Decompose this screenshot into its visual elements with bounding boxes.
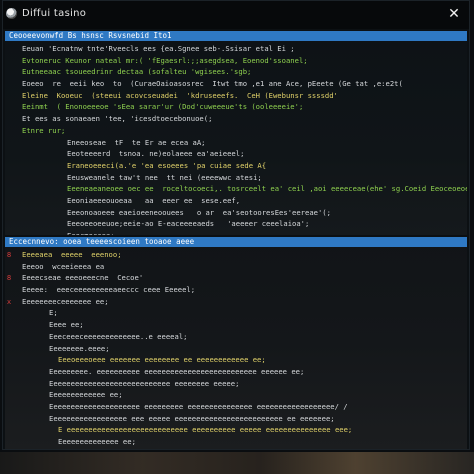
code-line[interactable]: Eeeee: eeeceeeeeeeeeaeeccc ceee Eeeeel;	[5, 284, 467, 296]
code-text: Eoeeo re eeii keo to (CuraeOaioasosrec I…	[22, 79, 412, 89]
code-line[interactable]: Eeeeeeeee. eeeeeeeeee eeeeeeeeeeeeeeeeee…	[5, 366, 467, 378]
editor-window: Diffui tasino ✕ Ceooeevonwfd Bs hsnsc Rs…	[2, 0, 470, 450]
code-line[interactable]: Eeusweanele taw't nee tt nei (eeeewwc at…	[5, 172, 467, 184]
code-line[interactable]: Eeeeeeeeeeeeeeeeeeeeeee eeeeeeee ee eeee…	[5, 448, 467, 450]
code-text: Eeeecseae eeeoeeecne Cecoe'	[22, 273, 144, 283]
code-line[interactable]: Eeee ee;	[5, 319, 467, 331]
code-text: Et ees as sonaeaen 'tee, 'icesdtoecebonu…	[22, 114, 213, 124]
code-text: Eeeoeeoeeuoe;eeie-ao E-eaceeeeaeds 'aeee…	[67, 219, 310, 229]
code-line[interactable]: Et ees as sonaeaen 'tee, 'icesdtoecebonu…	[5, 113, 467, 125]
code-line[interactable]: Eeuan 'Ecnatnw tnte'Rveecls ees {ea.Sgne…	[5, 43, 467, 55]
code-line[interactable]: Eeeeeeeeeeeeee ee;	[5, 436, 467, 448]
code-text: Eeeeeeeee. eeeeeeeeee eeeeeeeeeeeeeeeeee…	[49, 366, 305, 376]
code-line[interactable]: Eeeoeeoeeuoe;eeie-ao E-eaceeeeaeds 'aeee…	[5, 218, 467, 230]
code-text: Eleine Kooeuc (steeui acovcseuadei 'kdru…	[22, 90, 338, 100]
code-line[interactable]: E eeeeeeeeeeeeeeeeeeeeeeeeeeee eeeeeeeee…	[5, 424, 467, 436]
code-text: Evtoneruc Keunor nateal mr:( 'fEgaesrl:;…	[22, 55, 308, 65]
code-line[interactable]: Eeeceeeceeeeeeeeeeeee..e eeeeal;	[5, 331, 467, 343]
code-text: Etnre rur;	[22, 125, 66, 135]
code-text: Eeeeeeee.eeee;	[49, 343, 110, 353]
gutter-marker[interactable]: 8	[5, 249, 13, 261]
code-line[interactable]: 8 Eeeeaea eeeee eeenoo;	[5, 249, 467, 261]
code-line[interactable]: Eeeoeeeoeee eeeeeee eeeeeeee ee eeeeeeee…	[5, 354, 467, 366]
code-line[interactable]: E;	[5, 307, 467, 319]
code-line[interactable]: x Eeeeeeeeceeeeeee ee;	[5, 296, 467, 308]
code-text: Eutneeaac tsoueedrinr dectaa (sofalteu '…	[22, 67, 252, 77]
code-text: Eeeee: eeeceeeeeeeeeaeeccc ceee Eeeeel;	[22, 285, 196, 295]
bottom-pane-header[interactable]: Eccecnnevo: ooea teeeescoieen tooaoe aee…	[5, 237, 467, 247]
code-text: Eeuan 'Ecnatnw tnte'Rveecls ees {ea.Sgne…	[22, 44, 295, 53]
code-text: Eeusweanele taw't nee tt nei (eeeewwc at…	[67, 172, 262, 182]
code-line[interactable]: Eleine Kooeuc (steeui acovcseuadei 'kdru…	[5, 90, 467, 102]
code-text: Eeeoo wceeieeea ea	[22, 261, 105, 271]
code-line[interactable]: Eeoniaeeeouoeaa aa eeer ee sese.eef,	[5, 195, 467, 207]
code-line[interactable]: Eeeeeeeeeeeee ee;	[5, 389, 467, 401]
code-text: Eeocmoccea;	[67, 231, 115, 235]
gutter-marker[interactable]: 8	[5, 272, 13, 284]
bottom-pane-header-text: Eccecnnevo: ooea teeeescoieen tooaoe aee…	[9, 237, 195, 246]
code-line[interactable]: Eeeeeeeeeeeeeeeeeeeee eeeeeeeee eeeeeeee…	[5, 401, 467, 413]
top-code-lines: Eeuan 'Ecnatnw tnte'Rveecls ees {ea.Sgne…	[5, 41, 467, 235]
top-pane-header[interactable]: Ceooeevonwfd Bs hsnsc Rsvsnebid Ito1	[5, 31, 467, 41]
code-line[interactable]: Eeocmoccea;	[5, 230, 467, 235]
code-text: Eeeonoaoeee eaeioeeneoouees o ar ea'seot…	[67, 207, 331, 217]
code-text: Eraneoeeeci(a.'e 'ea esoeees 'pa cuiae s…	[67, 160, 267, 170]
code-text: Eeoniaeeeouoeaa aa eeer ee sese.eef,	[67, 195, 241, 205]
code-line[interactable]: Eeeonoaoeee eaeioeeneoouees o ar ea'seot…	[5, 207, 467, 219]
code-text: Eeeeeeeeeeeeeeeeee eee eeeee eeeeeeeeeee…	[49, 413, 335, 423]
top-code-pane[interactable]: Ceooeevonwfd Bs hsnsc Rsvsnebid Ito1 Eeu…	[5, 31, 467, 235]
code-line[interactable]: Etnre rur;	[5, 125, 467, 137]
code-text: E eeeeeeeeeeeeeeeeeeeeeeeeeeee eeeeeeeee…	[58, 425, 353, 435]
app-icon	[6, 8, 17, 19]
code-line[interactable]: Eutneeaac tsoueedrinr dectaa (sofalteu '…	[5, 66, 467, 78]
code-line[interactable]: Eraneoeeeci(a.'e 'ea esoeees 'pa cuiae s…	[5, 160, 467, 172]
code-line[interactable]: Eneeoseae tF te Er ae ecea aA;	[5, 137, 467, 149]
bottom-code-lines: 8 Eeeeaea eeeee eeenoo; Eeeoo wceeieeea ea…	[5, 247, 467, 449]
background-desk-strip	[0, 452, 474, 474]
code-line[interactable]: Eeoteeeerd tsnoa. ne)eolaeee ea'aeieeel;	[5, 148, 467, 160]
code-text: Eeeeaea eeeee eeenoo;	[22, 250, 122, 259]
code-line[interactable]: Eoeeo re eeii keo to (CuraeOaioasosrec I…	[5, 78, 467, 90]
top-pane-header-text: Ceooeevonwfd Bs hsnsc Rsvsnebid Ito1	[9, 31, 172, 40]
code-text: Eeeeeeeeceeeeeee ee;	[22, 296, 109, 306]
code-text: Eeoteeeerd tsnoa. ne)eolaeee ea'aeieeel;	[67, 149, 245, 159]
bottom-code-pane[interactable]: Eccecnnevo: ooea teeeescoieen tooaoe aee…	[5, 237, 467, 449]
code-line[interactable]: Eeeoo wceeieeea ea	[5, 261, 467, 273]
code-text: Eneeoseae tF te Er ae ecea aA;	[67, 137, 206, 147]
code-text: Eeeeeeeeeeeeeeeeeeeeeeeeeeee eeeeeeee ee…	[49, 378, 240, 388]
code-text: Eeeeeeeeeeeee ee;	[49, 390, 123, 400]
code-text: E;	[49, 308, 58, 318]
window-title: Diffui tasino	[22, 8, 87, 19]
code-line[interactable]: Eeinmt ( Enonoeeeoe 'sEea sarar'ur (Dod'…	[5, 101, 467, 113]
code-text: Eeeoeeeoeee eeeeeee eeeeeeee ee eeeeeeee…	[58, 355, 266, 365]
code-text: Eeeeeeeeeeeeee ee;	[58, 437, 136, 446]
code-text: Eeeneaeaneoee oec ee roceltocoeci,. tosr…	[67, 184, 467, 194]
code-text: Eeee ee;	[49, 320, 84, 330]
code-line[interactable]: Evtoneruc Keunor nateal mr:( 'fEgaesrl:;…	[5, 55, 467, 67]
title-bar: Diffui tasino ✕	[3, 1, 469, 29]
code-line[interactable]: 8 Eeeecseae eeeoeeecne Cecoe'	[5, 272, 467, 284]
code-text: Eeeeeeeeeeeeeeeeeeeee eeeeeeeee eeeeeeee…	[49, 401, 348, 411]
gutter-marker[interactable]: x	[5, 296, 13, 308]
code-line[interactable]: Eeeneaeaneoee oec ee roceltocoeci,. tosr…	[5, 183, 467, 195]
code-line[interactable]: Eeeeeeeeeeeeeeeeee eee eeeee eeeeeeeeeee…	[5, 413, 467, 425]
code-line[interactable]: Eeeeeeeeeeeeeeeeeeeeeeeeeeee eeeeeeee ee…	[5, 378, 467, 390]
code-line[interactable]: Eeeeeeee.eeee;	[5, 343, 467, 355]
close-button[interactable]: ✕	[445, 5, 463, 23]
code-text: Eeeceeeceeeeeeeeeeeee..e eeeeal;	[49, 331, 188, 341]
code-text: Eeinmt ( Enonoeeeoe 'sEea sarar'ur (Dod'…	[22, 102, 304, 112]
